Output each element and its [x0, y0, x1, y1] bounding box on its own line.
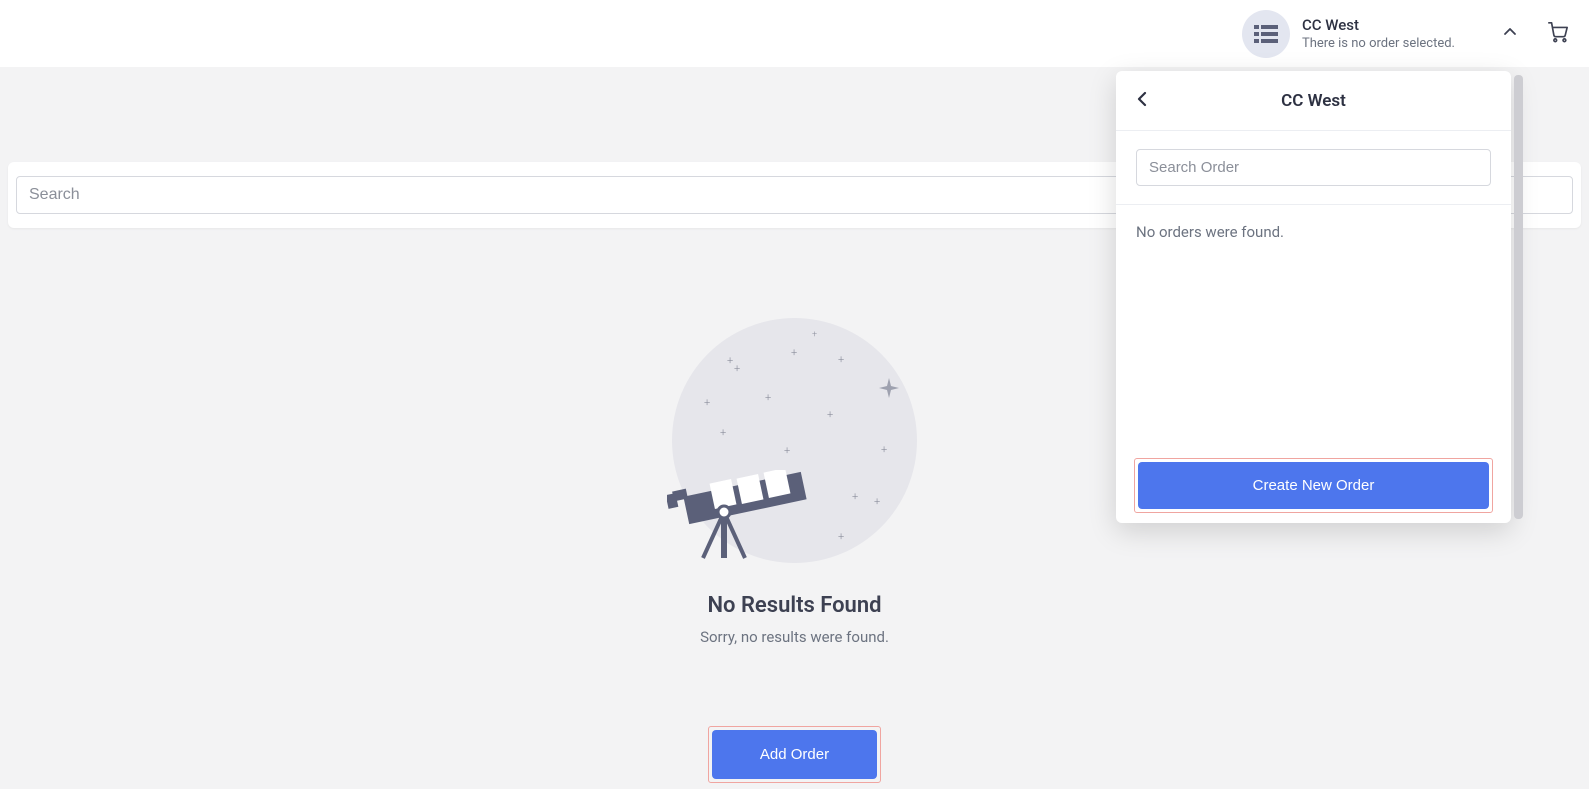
account-avatar-icon	[1242, 10, 1290, 58]
no-orders-text: No orders were found.	[1136, 223, 1284, 241]
empty-state-subtitle: Sorry, no results were found.	[700, 628, 889, 646]
chevron-up-icon	[1503, 24, 1517, 43]
cart-icon[interactable]	[1547, 21, 1569, 47]
dropdown-header: CC West	[1116, 71, 1511, 131]
dropdown-body: No orders were found.	[1116, 205, 1511, 448]
create-order-highlight: Create New Order	[1134, 458, 1493, 513]
dropdown-search-area	[1116, 131, 1511, 205]
account-text-block: CC West There is no order selected.	[1302, 16, 1455, 51]
app-header: CC West There is no order selected.	[0, 0, 1589, 67]
order-dropdown-panel: CC West No orders were found. Create New…	[1116, 71, 1511, 523]
dropdown-footer: Create New Order	[1116, 448, 1511, 523]
add-order-button[interactable]: Add Order	[712, 730, 877, 779]
back-icon[interactable]	[1136, 91, 1148, 111]
dropdown-scrollbar[interactable]	[1514, 75, 1523, 519]
dropdown-title: CC West	[1281, 91, 1346, 111]
account-subtitle: There is no order selected.	[1302, 36, 1455, 51]
account-name: CC West	[1302, 16, 1455, 34]
add-order-highlight: Add Order	[708, 726, 881, 783]
order-search-input[interactable]	[1136, 149, 1491, 186]
empty-state-title: No Results Found	[707, 593, 881, 618]
account-selector[interactable]: CC West There is no order selected.	[1242, 10, 1517, 58]
create-new-order-button[interactable]: Create New Order	[1138, 462, 1489, 509]
telescope-illustration: + + + + + + + + + + + + + +	[672, 318, 917, 563]
